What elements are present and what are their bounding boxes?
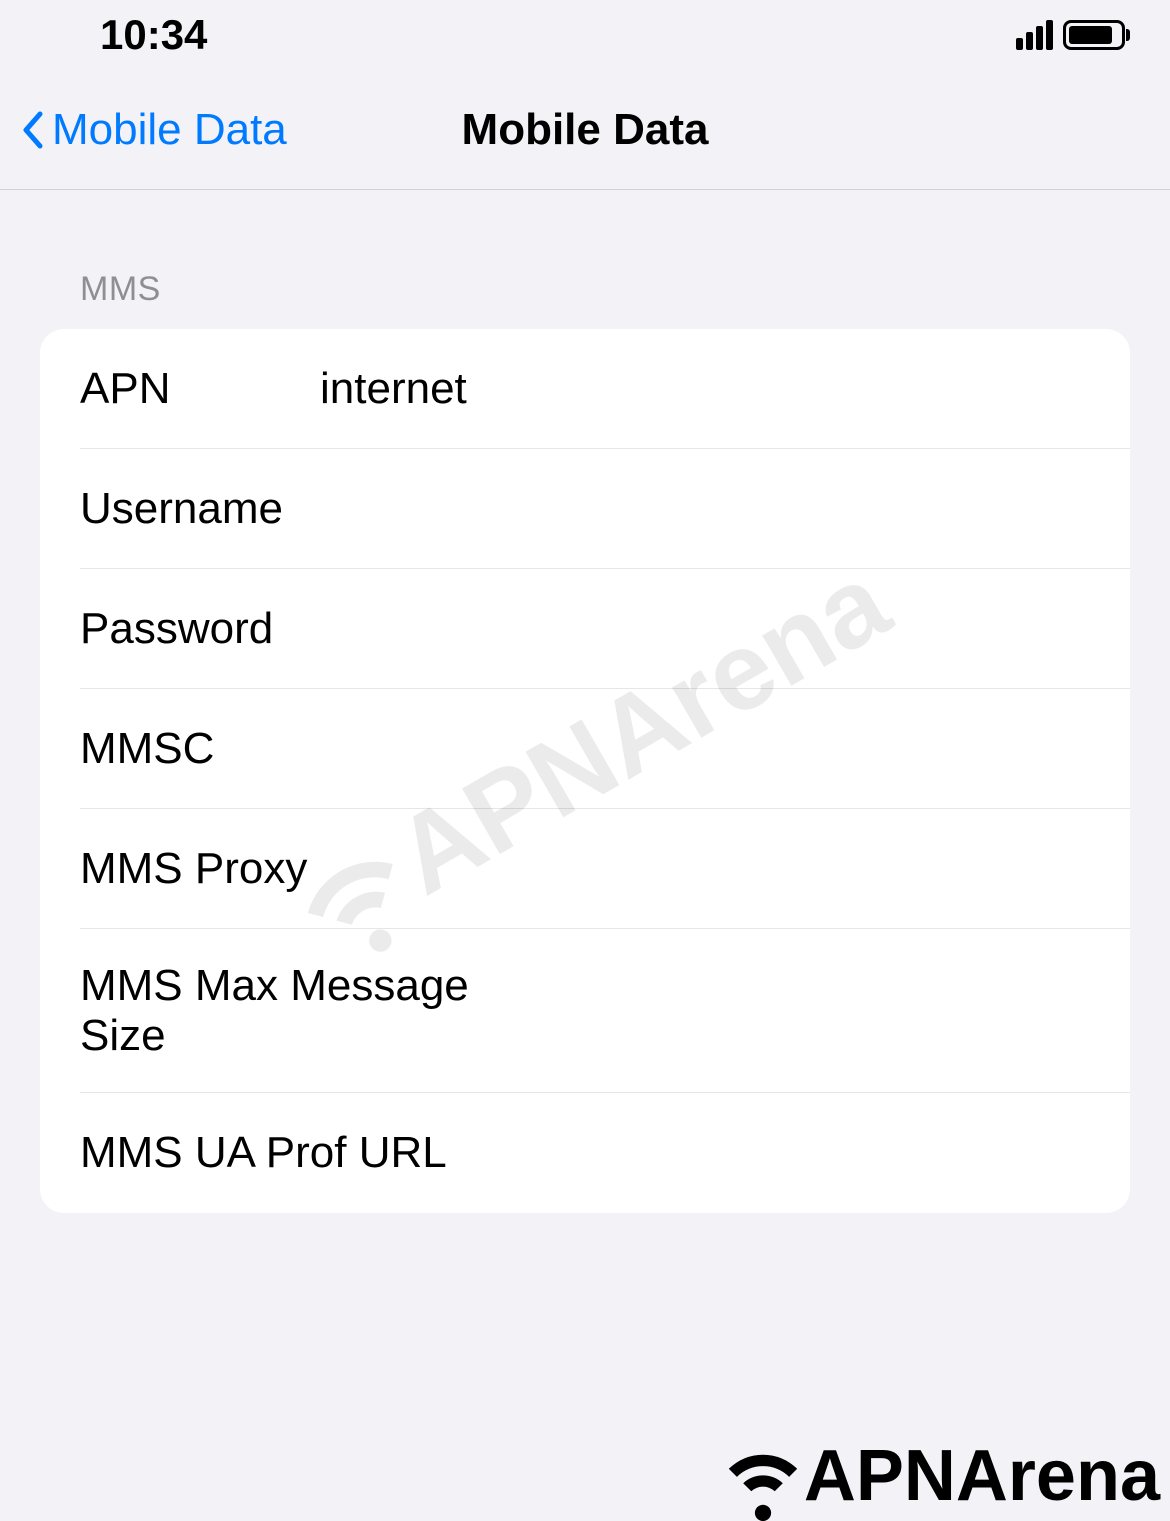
- mms-settings-group: APN Username Password MMSC MMS Proxy MMS…: [40, 329, 1130, 1213]
- status-time: 10:34: [100, 11, 207, 59]
- password-label: Password: [80, 604, 320, 654]
- back-label: Mobile Data: [52, 105, 287, 155]
- footer-logo: APNArena: [718, 1431, 1160, 1521]
- username-row[interactable]: Username: [40, 449, 1130, 569]
- mms-ua-prof-row[interactable]: MMS UA Prof URL: [40, 1093, 1130, 1213]
- apn-row[interactable]: APN: [40, 329, 1130, 449]
- mms-ua-prof-label: MMS UA Prof URL: [80, 1128, 447, 1178]
- mms-ua-prof-input[interactable]: [447, 1128, 1130, 1178]
- username-label: Username: [80, 484, 320, 534]
- chevron-back-icon: [20, 110, 44, 150]
- mms-max-size-row[interactable]: MMS Max Message Size: [40, 929, 1130, 1093]
- navigation-bar: Mobile Data Mobile Data: [0, 70, 1170, 190]
- mmsc-label: MMSC: [80, 724, 320, 774]
- back-button[interactable]: Mobile Data: [20, 105, 287, 155]
- battery-icon: [1063, 20, 1130, 50]
- section-header-mms: MMS: [0, 190, 1170, 329]
- content-area: MMS APN Username Password MMSC MMS Proxy: [0, 190, 1170, 1213]
- cellular-signal-icon: [1016, 20, 1053, 50]
- apn-label: APN: [80, 364, 320, 414]
- mms-max-size-input[interactable]: [515, 986, 1130, 1036]
- password-input[interactable]: [320, 604, 1130, 654]
- mms-proxy-label: MMS Proxy: [80, 844, 320, 894]
- mmsc-input[interactable]: [320, 724, 1130, 774]
- mms-proxy-row[interactable]: MMS Proxy: [40, 809, 1130, 929]
- mms-proxy-input[interactable]: [320, 844, 1130, 894]
- mmsc-row[interactable]: MMSC: [40, 689, 1130, 809]
- password-row[interactable]: Password: [40, 569, 1130, 689]
- mms-max-size-label: MMS Max Message Size: [80, 961, 515, 1061]
- username-input[interactable]: [320, 484, 1130, 534]
- apn-input[interactable]: [320, 364, 1130, 414]
- wifi-icon: [718, 1431, 808, 1521]
- status-indicators: [1016, 20, 1130, 50]
- status-bar: 10:34: [0, 0, 1170, 70]
- page-title: Mobile Data: [462, 105, 709, 155]
